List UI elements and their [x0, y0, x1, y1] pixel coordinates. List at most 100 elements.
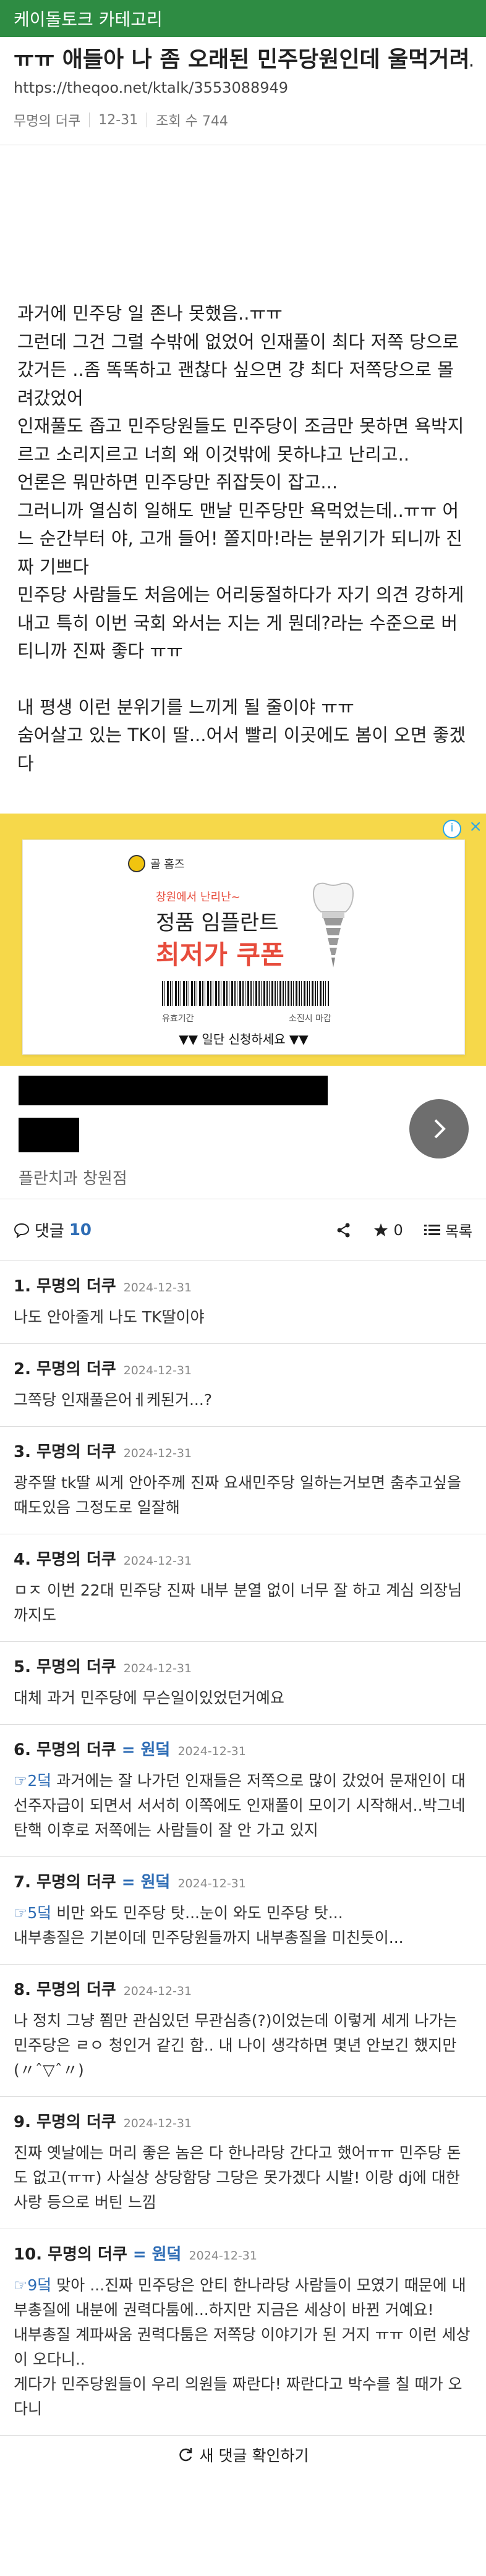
list-button[interactable]: 목록 [424, 1219, 472, 1241]
comment-header: 5. 무명의 더쿠 2024-12-31 [14, 1654, 472, 1677]
post-header: ㅠㅠ 애들아 나 좀 오래된 민주당원인데 울먹거려도 되냐...... htt… [0, 37, 486, 130]
post-paragraph: 내 평생 이런 분위기를 느끼게 될 줄이야 ㅠㅠ [17, 696, 354, 718]
comment-text: 대체 과거 민주당에 무슨일이있었던거예요 [14, 1689, 284, 1707]
comment-number: 7. [14, 1873, 31, 1892]
post-paragraph: 언론은 뭐만하면 민주당만 쥐잡듯이 잡고... [17, 472, 338, 493]
comment-text: 나도 안아줄게 나도 TK딸이야 [14, 1308, 205, 1326]
comments-count-area[interactable]: 댓글 10 [14, 1218, 92, 1241]
ad-price: 최저가 쿠폰 [156, 940, 284, 970]
comment-item: 6. 무명의 더쿠 = 원덬 2024-12-31 ☞2덬 과거에는 잘 나가던… [0, 1725, 486, 1857]
comment-header: 9. 무명의 더쿠 2024-12-31 [14, 2109, 472, 2132]
comment-item: 7. 무명의 더쿠 = 원덬 2024-12-31 ☞5덬 비만 와도 민주당 … [0, 1857, 486, 1965]
like-count: 0 [393, 1221, 403, 1239]
comment-item: 3. 무명의 더쿠 2024-12-31 광주딸 tk딸 씨게 안아주께 진짜 … [0, 1427, 486, 1534]
star-icon [373, 1223, 388, 1236]
category-bar[interactable]: 케이돌토크 카테고리 [0, 0, 486, 37]
comment-body: 맞아 ...진짜 민주당은 안티 한나라당 사람들이 모였기 때문에 내부총질에… [14, 2276, 471, 2418]
comment-item: 10. 무명의 더쿠 = 원덬 2024-12-31 ☞9덬 맞아 ...진짜 … [0, 2229, 486, 2436]
post-author[interactable]: 무명의 더쿠 [14, 110, 80, 130]
comment-date: 2024-12-31 [123, 2117, 192, 2130]
comment-item: 1. 무명의 더쿠 2024-12-31 나도 안아줄게 나도 TK딸이야 [0, 1261, 486, 1344]
comment-bubble-icon [14, 1223, 30, 1238]
comment-author[interactable]: 무명의 더쿠 [36, 1658, 116, 1677]
barcode [162, 981, 329, 1006]
chevron-right-icon [434, 1119, 446, 1139]
redacted-block [19, 1118, 79, 1152]
comment-header: 3. 무명의 더쿠 2024-12-31 [14, 1439, 472, 1462]
share-icon [337, 1223, 350, 1237]
comment-author[interactable]: 무명의 더쿠 [36, 1443, 116, 1461]
post-paragraph: 과거에 민주당 일 존나 못했음..ㅠㅠ [17, 303, 283, 324]
like-button[interactable]: 0 [373, 1222, 403, 1239]
ad-product: 정품 임플란트 [156, 911, 279, 935]
comment-item: 5. 무명의 더쿠 2024-12-31 대체 과거 민주당에 무슨일이있었던거… [0, 1642, 486, 1725]
comment-header: 7. 무명의 더쿠 = 원덬 2024-12-31 [14, 1869, 472, 1892]
post-actions: 0 목록 [336, 1219, 472, 1241]
post-paragraph: 그런데 그건 그럴 수밖에 없었어 인재풀이 최다 저쪽 당으로 갔거든 ..좀… [17, 331, 459, 409]
op-badge: = 원덬 [121, 1741, 171, 1759]
comment-author[interactable]: 무명의 더쿠 [36, 1741, 116, 1759]
post-url[interactable]: https://theqoo.net/ktalk/3553088949 [14, 79, 472, 96]
comment-header: 1. 무명의 더쿠 2024-12-31 [14, 1273, 472, 1296]
op-badge: = 원덬 [121, 1873, 171, 1892]
reply-link[interactable]: ☞5덬 [14, 1904, 51, 1922]
comment-author[interactable]: 무명의 더쿠 [36, 1981, 116, 1999]
implant-tooth-icon [312, 882, 354, 967]
refresh-comments-button[interactable]: 새 댓글 확인하기 [0, 2436, 486, 2474]
list-icon [424, 1224, 440, 1235]
comment-body: 과거에는 잘 나가던 인재들은 저쪽으로 많이 갔었어 문재인이 대선주자급이 … [14, 1772, 466, 1839]
post-date: 12-31 [98, 112, 139, 128]
comment-date: 2024-12-31 [123, 1662, 192, 1675]
ad-next-button[interactable] [409, 1099, 469, 1158]
reply-link[interactable]: ☞2덬 [14, 1772, 51, 1790]
comment-number: 10. [14, 2245, 43, 2264]
comment-author[interactable]: 무명의 더쿠 [36, 1873, 116, 1892]
comments-label: 댓글 [35, 1222, 64, 1241]
refresh-icon [179, 2448, 192, 2462]
comment-date: 2024-12-31 [123, 1364, 192, 1377]
post-title: ㅠㅠ 애들아 나 좀 오래된 민주당원인데 울먹거려도 되냐...... [14, 47, 472, 72]
category-bar-label: 케이돌토크 카테고리 [14, 9, 163, 30]
comment-text: 나 정치 그냥 쬠만 관심있던 무관심층(?)이었는데 이렇게 세게 나가는 민… [14, 2012, 458, 2079]
ad-promo-small: 창원에서 난리난~ [156, 891, 241, 904]
comment-number: 5. [14, 1658, 31, 1677]
comment-number: 4. [14, 1550, 31, 1569]
comment-item: 9. 무명의 더쿠 2024-12-31 진짜 옛날에는 머리 좋은 놈은 다 … [0, 2097, 486, 2229]
comment-header: 4. 무명의 더쿠 2024-12-31 [14, 1547, 472, 1570]
comment-text: ☞9덬 맞아 ...진짜 민주당은 안티 한나라당 사람들이 모였기 때문에 내… [14, 2273, 472, 2421]
refresh-label: 새 댓글 확인하기 [199, 2447, 309, 2465]
comment-author[interactable]: 무명의 더쿠 [36, 2113, 116, 2132]
comment-date: 2024-12-31 [177, 1877, 246, 1890]
ad-valid-label: 유효기간 [162, 1014, 194, 1024]
comment-author[interactable]: 무명의 더쿠 [36, 1550, 116, 1569]
comment-date: 2024-12-31 [123, 1447, 192, 1460]
comment-number: 2. [14, 1360, 31, 1379]
comment-list: 1. 무명의 더쿠 2024-12-31 나도 안아줄게 나도 TK딸이야 2.… [0, 1261, 486, 2436]
comment-item: 2. 무명의 더쿠 2024-12-31 그쪽당 인재풀은어ㅔ케된거...? [0, 1344, 486, 1427]
ad-footer[interactable]: 플란치과 창원점 [0, 1066, 486, 1199]
comments-bar: 댓글 10 0 목록 [0, 1199, 486, 1261]
comment-author[interactable]: 무명의 더쿠 [48, 2245, 127, 2264]
redacted-block [19, 1076, 328, 1105]
post-meta: 무명의 더쿠 12-31 조회 수 744 [14, 110, 472, 130]
comment-author[interactable]: 무명의 더쿠 [36, 1277, 116, 1296]
meta-divider [89, 113, 90, 127]
ad-close-icon[interactable]: × [469, 817, 482, 836]
share-button[interactable] [336, 1222, 352, 1238]
ad-banner[interactable]: i × 골 홈즈 창원에서 난리난~ 정품 임플란트 최저가 쿠폰 유효기간 소… [0, 814, 486, 1066]
comment-text: 그쪽당 인재풀은어ㅔ케된거...? [14, 1391, 213, 1409]
comment-date: 2024-12-31 [189, 2249, 257, 2263]
coupon-card[interactable]: 골 홈즈 창원에서 난리난~ 정품 임플란트 최저가 쿠폰 유효기간 소진시 마… [22, 840, 465, 1055]
ad-info-icon[interactable]: i [443, 820, 461, 838]
comment-text: 광주딸 tk딸 씨게 안아주께 진짜 요새민주당 일하는거보면 춤추고싶을 때도… [14, 1474, 461, 1516]
ad-apply-text[interactable]: ▼▼ 일단 신청하세요 ▼▼ [23, 1029, 464, 1047]
list-label: 목록 [445, 1223, 472, 1240]
comment-date: 2024-12-31 [123, 1281, 192, 1294]
ad-issuer-label: 소진시 마감 [289, 1014, 331, 1024]
comment-text: 진짜 옛날에는 머리 좋은 놈은 다 한나라당 간다고 했어ㅠㅠ 민주당 돈도 … [14, 2144, 461, 2211]
reply-link[interactable]: ☞9덬 [14, 2276, 51, 2294]
comment-item: 4. 무명의 더쿠 2024-12-31 ㅁㅈ 이번 22대 민주당 진짜 내부… [0, 1534, 486, 1642]
comment-author[interactable]: 무명의 더쿠 [36, 1360, 116, 1379]
comment-date: 2024-12-31 [177, 1745, 246, 1758]
comment-header: 10. 무명의 더쿠 = 원덬 2024-12-31 [14, 2242, 472, 2264]
